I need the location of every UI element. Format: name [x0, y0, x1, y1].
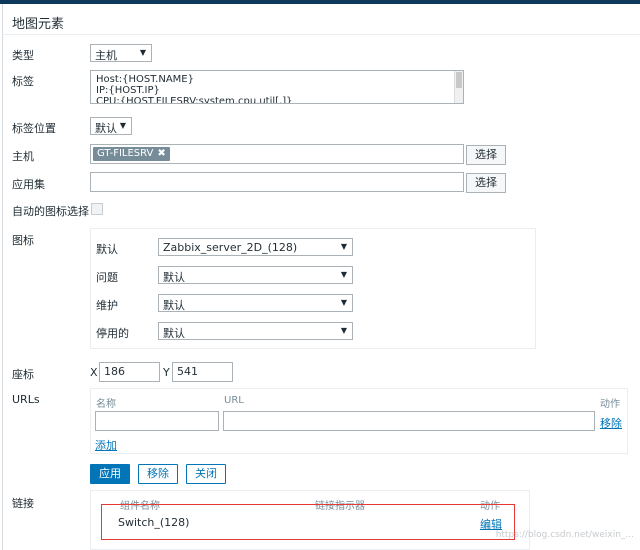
tag-position-value: 默认: [95, 122, 117, 135]
application-input[interactable]: [90, 172, 464, 192]
tag-position-label: 标签位置: [12, 122, 56, 135]
close-button[interactable]: 关闭: [186, 464, 226, 484]
chevron-down-icon: ▼: [139, 48, 146, 57]
host-label: 主机: [12, 150, 34, 163]
urls-label: URLs: [12, 393, 40, 406]
tag-line-3: CPU:{HOST.FILESRV:system.cpu.util[,]}: [96, 96, 293, 104]
url-add-link[interactable]: 添加: [95, 437, 117, 453]
title-divider: [2, 34, 640, 35]
icon-default-select[interactable]: Zabbix_server_2D_(128) ▼: [158, 238, 353, 256]
icons-label: 图标: [12, 234, 34, 247]
icon-disabled-value: 默认: [163, 327, 185, 340]
highlight-box: [101, 504, 515, 540]
watermark: https://blog.csdn.net/weixin_...: [495, 530, 634, 540]
auto-icon-checkbox[interactable]: [91, 203, 103, 215]
chevron-down-icon: ▼: [119, 121, 126, 130]
remove-button[interactable]: 移除: [138, 464, 178, 484]
type-label: 类型: [12, 49, 34, 62]
url-col-url: URL: [224, 395, 244, 406]
icon-disabled-label: 停用的: [96, 327, 129, 340]
icon-disabled-select[interactable]: 默认 ▼: [158, 322, 353, 340]
application-select-button[interactable]: 选择: [466, 173, 506, 193]
apply-button[interactable]: 应用: [90, 464, 130, 484]
textarea-scrollbar[interactable]: [454, 71, 463, 103]
type-select-value: 主机: [95, 49, 117, 62]
coord-x-input[interactable]: 186: [99, 362, 160, 382]
icon-problem-select[interactable]: 默认 ▼: [158, 266, 353, 284]
chevron-down-icon: ▼: [340, 242, 347, 251]
icon-default-label: 默认: [96, 243, 118, 256]
chevron-down-icon: ▼: [340, 298, 347, 307]
close-icon[interactable]: ✖: [157, 148, 165, 159]
coords-label: 座标: [12, 368, 34, 381]
tag-textarea[interactable]: Host:{HOST.NAME} IP:{HOST.IP} CPU:{HOST.…: [90, 70, 464, 104]
chevron-down-icon: ▼: [340, 326, 347, 335]
chevron-down-icon: ▼: [340, 270, 347, 279]
scrollbar-thumb[interactable]: [456, 72, 462, 88]
auto-icon-label: 自动的图标选择: [12, 205, 89, 218]
icon-maintenance-value: 默认: [163, 299, 185, 312]
tag-position-select[interactable]: 默认 ▼: [90, 117, 132, 135]
coord-y-input[interactable]: 541: [172, 362, 233, 382]
url-remove-link[interactable]: 移除: [600, 415, 622, 431]
url-input[interactable]: [223, 411, 595, 431]
coord-x-label: X: [90, 366, 98, 379]
coord-y-label: Y: [163, 366, 170, 379]
tag-label: 标签: [12, 75, 34, 88]
icon-maintenance-select[interactable]: 默认 ▼: [158, 294, 353, 312]
icon-problem-label: 问题: [96, 271, 118, 284]
host-select-button[interactable]: 选择: [466, 145, 506, 165]
application-label: 应用集: [12, 178, 45, 191]
host-tag[interactable]: GT-FILESRV ✖: [93, 147, 170, 161]
links-label: 链接: [12, 497, 34, 510]
url-col-name: 名称: [96, 399, 116, 410]
type-select[interactable]: 主机 ▼: [90, 44, 152, 62]
icon-default-value: Zabbix_server_2D_(128): [163, 241, 298, 254]
tag-line-1: Host:{HOST.NAME}: [96, 74, 194, 85]
icon-maintenance-label: 维护: [96, 299, 118, 312]
url-name-input[interactable]: [95, 411, 219, 431]
host-tag-text: GT-FILESRV: [97, 148, 154, 159]
dialog-title: 地图元素: [12, 17, 65, 32]
icon-problem-value: 默认: [163, 271, 185, 284]
url-col-action: 动作: [600, 399, 620, 410]
tag-line-2: IP:{HOST.IP}: [96, 85, 160, 96]
